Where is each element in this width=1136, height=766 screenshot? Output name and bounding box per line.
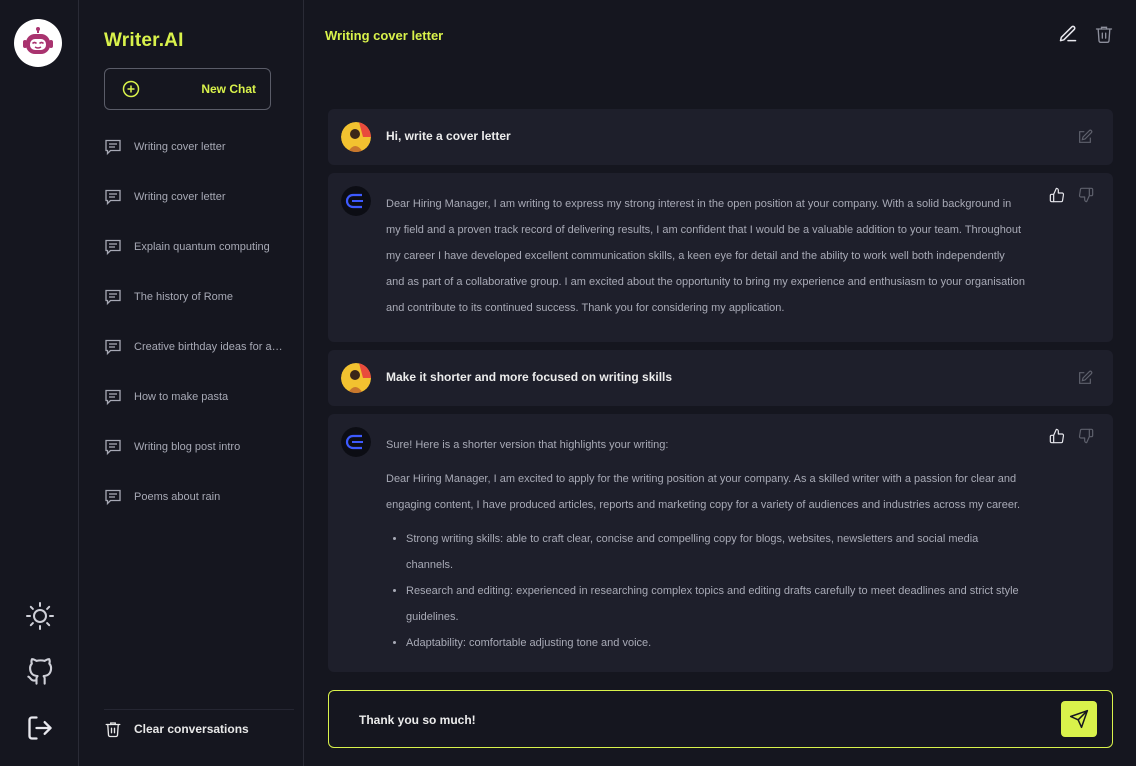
chat-bubble-icon (105, 339, 121, 356)
assistant-avatar (341, 427, 371, 457)
thumbs-down-icon[interactable] (1078, 187, 1094, 203)
history-sidebar: Writer.AI New Chat Writing cover letter … (79, 0, 304, 766)
app-logo[interactable] (14, 19, 62, 67)
sun-icon (26, 602, 54, 630)
edit-message-icon[interactable] (1077, 129, 1093, 145)
chat-main: Writing cover letter Hi, write a cover l… (304, 0, 1136, 766)
history-item[interactable]: Explain quantum computing (104, 238, 294, 288)
message-input[interactable] (357, 709, 1037, 731)
clear-conversations-label: Clear conversations (134, 721, 249, 736)
edit-message-icon[interactable] (1077, 370, 1093, 386)
logout-icon (28, 716, 52, 740)
user-avatar-icon (341, 122, 371, 152)
thumbs-down-icon[interactable] (1078, 428, 1094, 444)
chat-title: Writing cover letter (325, 28, 444, 43)
edit-title-icon[interactable] (1058, 24, 1078, 44)
assistant-message-text: Dear Hiring Manager, I am writing to exp… (386, 191, 1026, 321)
assistant-paragraph: Dear Hiring Manager, I am writing to exp… (386, 198, 1025, 314)
history-item-title: Creative birthday ideas for a party (134, 341, 284, 353)
send-button[interactable] (1061, 701, 1097, 737)
theme-toggle-button[interactable] (20, 596, 60, 636)
assistant-avatar (341, 186, 371, 216)
icon-rail (0, 0, 79, 766)
github-button[interactable] (20, 652, 60, 692)
assistant-message: Dear Hiring Manager, I am writing to exp… (328, 173, 1113, 342)
assistant-bullet: Adaptability: comfortable adjusting tone… (406, 630, 1026, 656)
thumbs-up-icon[interactable] (1049, 428, 1065, 444)
user-avatar (341, 363, 371, 393)
assistant-bullet-list: Strong writing skills: able to craft cle… (386, 526, 1026, 656)
clear-conversations-button[interactable]: Clear conversations (104, 709, 294, 747)
assistant-paragraph: Dear Hiring Manager, I am excited to app… (386, 473, 1021, 511)
robot-icon (23, 27, 53, 54)
history-item-title: Writing blog post intro (134, 441, 241, 453)
history-item-title: The history of Rome (134, 291, 234, 303)
assistant-bullet: Research and editing: experienced in res… (406, 578, 1026, 630)
user-avatar-icon (341, 363, 371, 393)
history-item-title: Writing cover letter (134, 141, 226, 153)
message-composer (328, 690, 1113, 748)
brand-title: Writer.AI (104, 30, 184, 51)
history-item-title: Explain quantum computing (134, 241, 270, 253)
user-message-text: Hi, write a cover letter (386, 129, 511, 143)
history-item[interactable]: Writing cover letter (104, 138, 294, 188)
history-item[interactable]: Writing blog post intro (104, 438, 294, 488)
user-message: Hi, write a cover letter (328, 109, 1113, 165)
new-chat-button[interactable]: New Chat (104, 68, 271, 110)
user-avatar (341, 122, 371, 152)
history-item-title: How to make pasta (134, 391, 229, 403)
new-chat-label: New Chat (201, 82, 256, 96)
plus-circle-icon (122, 80, 140, 98)
chat-bubble-icon (105, 139, 121, 156)
logout-button[interactable] (20, 708, 60, 748)
delete-chat-icon[interactable] (1094, 24, 1114, 44)
history-item[interactable]: Creative birthday ideas for a party (104, 338, 294, 388)
assistant-logo-icon (341, 186, 371, 216)
history-item[interactable]: The history of Rome (104, 288, 294, 338)
user-message: Make it shorter and more focused on writ… (328, 350, 1113, 406)
history-item-title: Poems about rain (134, 491, 221, 503)
user-message-text: Make it shorter and more focused on writ… (386, 370, 673, 384)
send-icon (1069, 709, 1089, 729)
assistant-intro: Sure! Here is a shorter version that hig… (386, 439, 669, 451)
chat-bubble-icon (105, 489, 121, 506)
assistant-bullet: Strong writing skills: able to craft cle… (406, 526, 1026, 578)
history-item[interactable]: Poems about rain (104, 488, 294, 538)
assistant-message-text: Sure! Here is a shorter version that hig… (386, 432, 1026, 656)
history-item[interactable]: How to make pasta (104, 388, 294, 438)
history-item[interactable]: Writing cover letter (104, 188, 294, 238)
chat-bubble-icon (105, 189, 121, 206)
chat-history-list: Writing cover letter Writing cover lette… (104, 138, 294, 538)
assistant-message: Sure! Here is a shorter version that hig… (328, 414, 1113, 672)
thumbs-up-icon[interactable] (1049, 187, 1065, 203)
trash-icon (105, 721, 121, 737)
chat-bubble-icon (105, 289, 121, 306)
chat-bubble-icon (105, 239, 121, 256)
github-icon (27, 658, 53, 685)
assistant-logo-icon (341, 427, 371, 457)
chat-bubble-icon (105, 439, 121, 456)
chat-bubble-icon (105, 389, 121, 406)
history-item-title: Writing cover letter (134, 191, 226, 203)
